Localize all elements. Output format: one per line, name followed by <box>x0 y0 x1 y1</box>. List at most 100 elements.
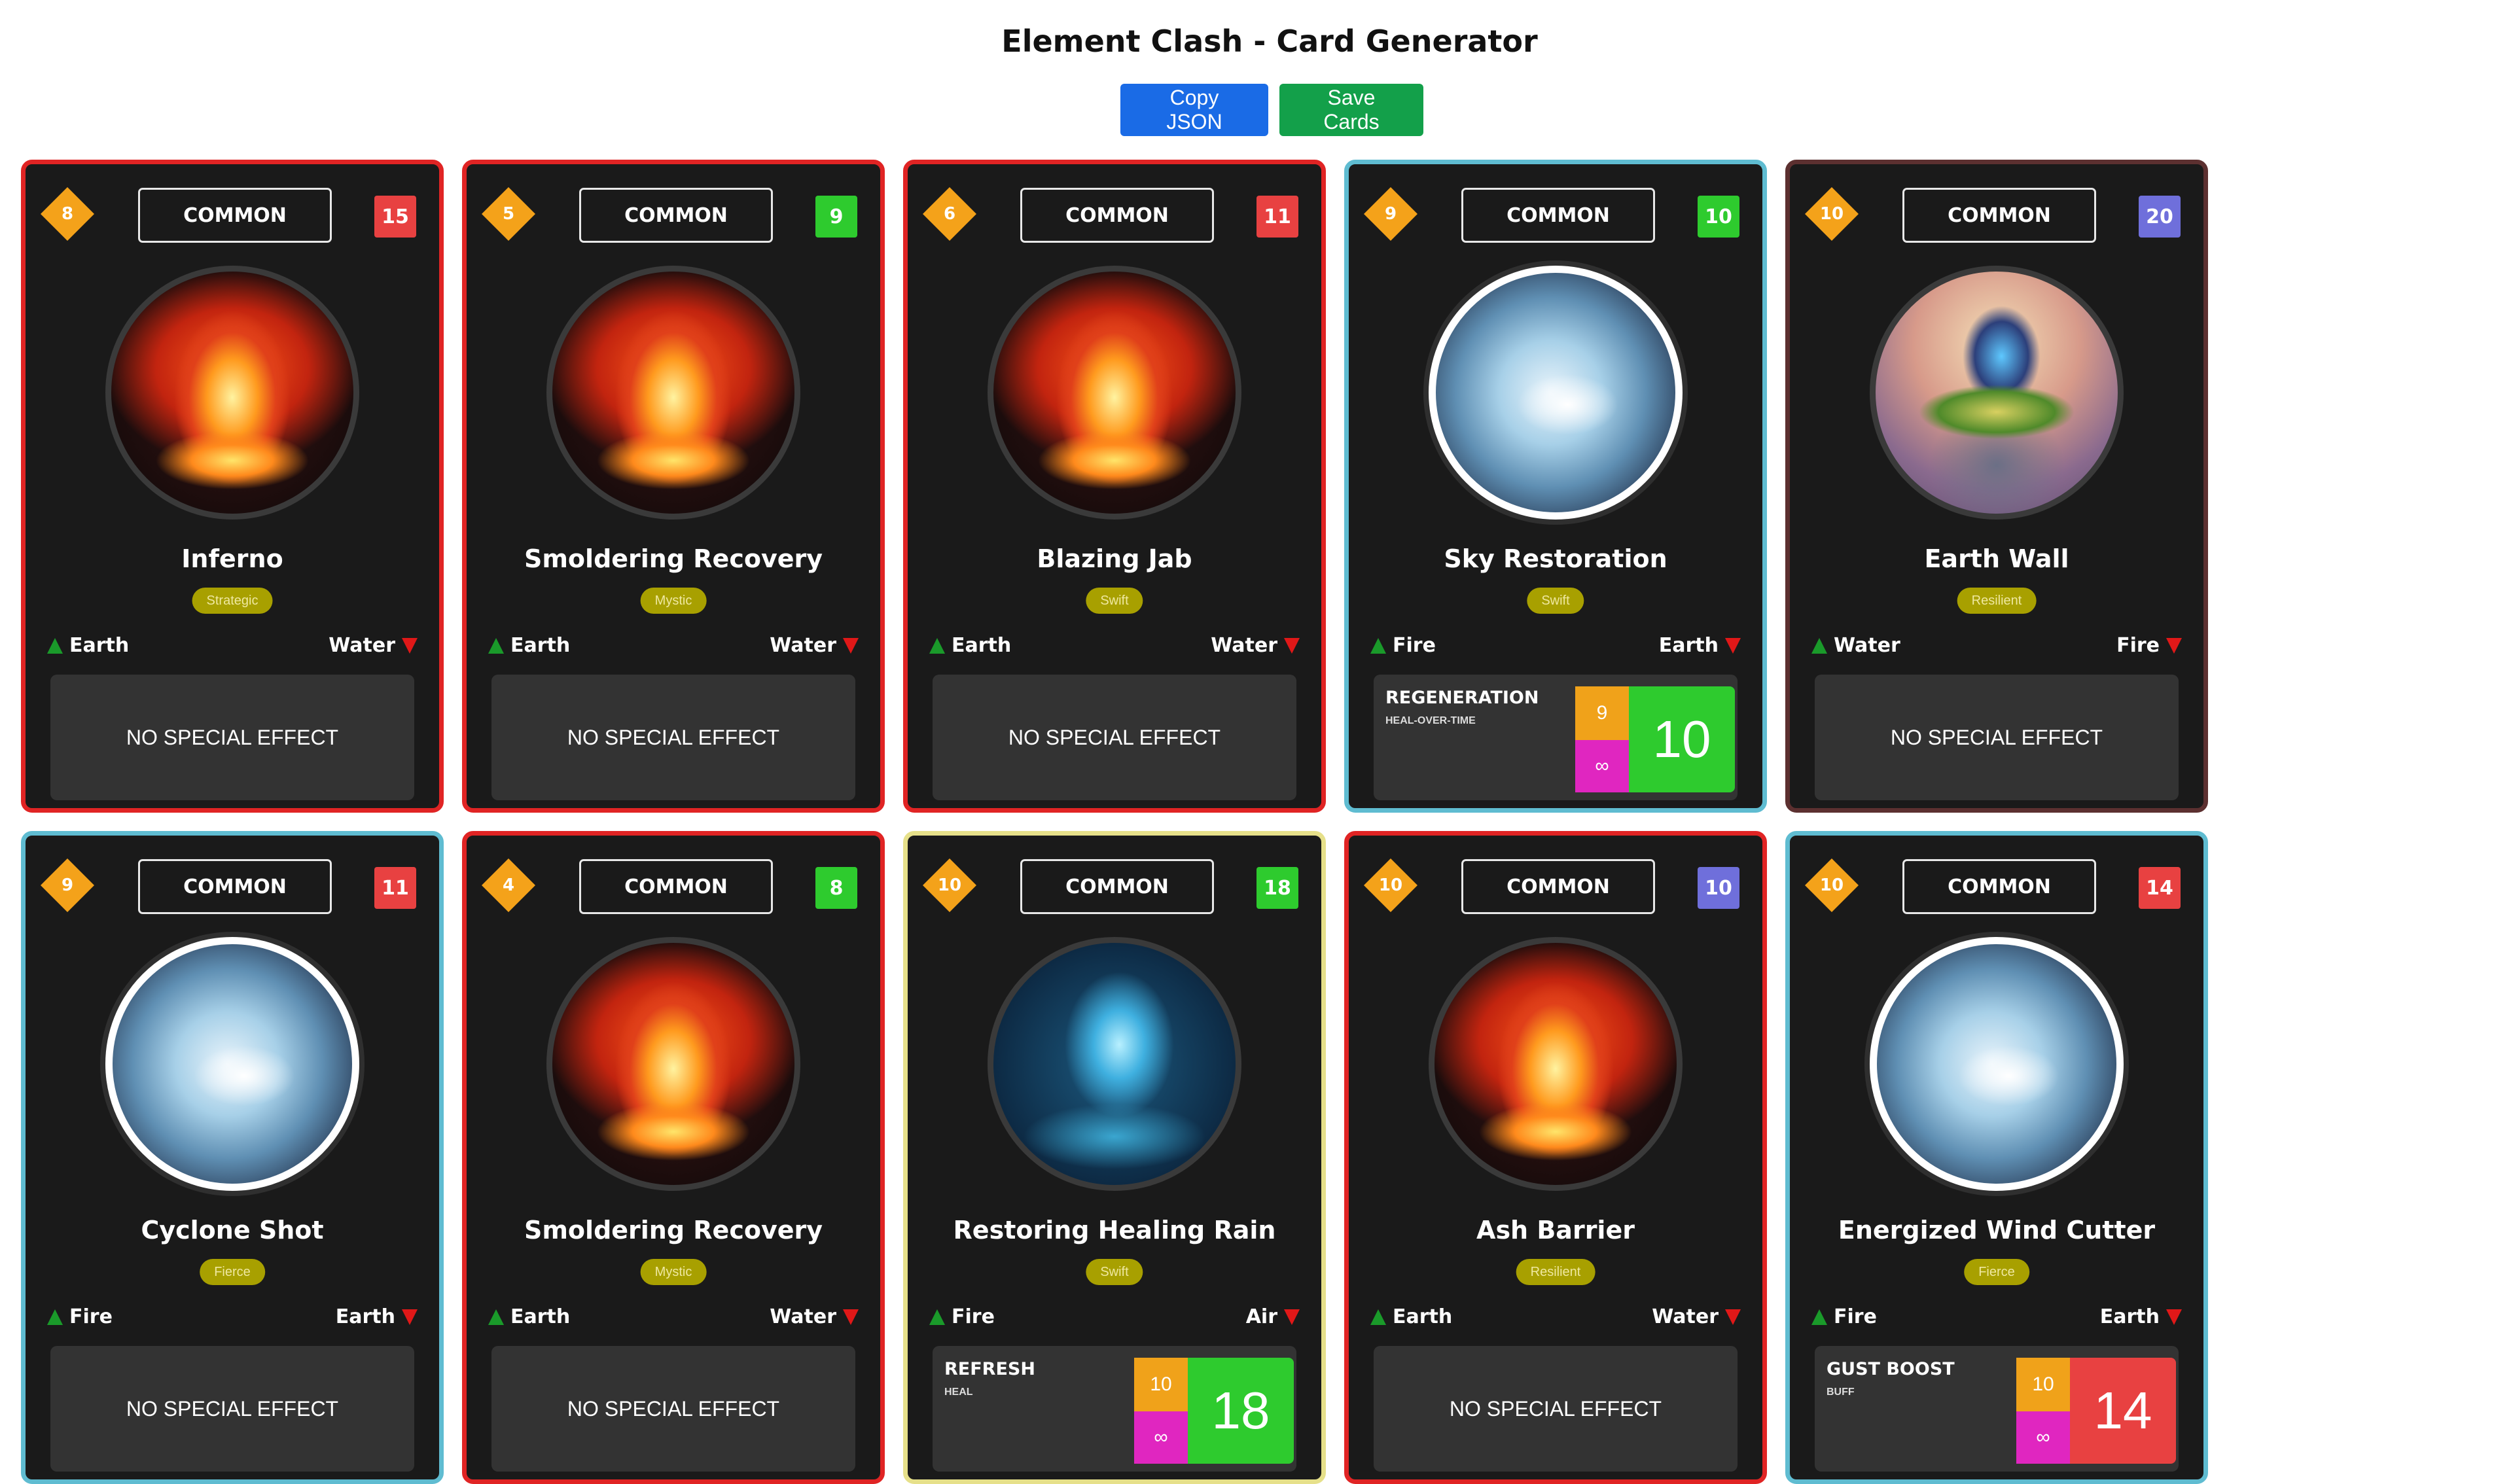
card-name: Sky Restoration <box>1444 544 1667 573</box>
arrow-down-icon <box>1725 1309 1741 1325</box>
power-badge: 9 <box>815 196 857 238</box>
trait-badge: Fierce <box>200 1259 265 1285</box>
arrow-up-icon <box>1811 637 1827 654</box>
card-name: Earth Wall <box>1924 544 2069 573</box>
effect-value: 10 <box>1629 686 1735 792</box>
weak-against: Water <box>329 634 418 657</box>
card-name: Smoldering Recovery <box>524 1216 823 1245</box>
effect-name: REGENERATION <box>1385 688 1539 708</box>
card[interactable]: 10 COMMON 18 Restoring Healing Rain Swif… <box>903 831 1326 1484</box>
rarity-label: COMMON <box>1902 188 2096 243</box>
card[interactable]: 8 COMMON 15 Inferno Strategic Earth Wate… <box>21 160 444 813</box>
page-title: Element Clash - Card Generator <box>1001 24 1538 59</box>
effect-turns: 10 <box>2016 1358 2070 1411</box>
weak-against: Air <box>1246 1305 1300 1328</box>
effect-type: HEAL-OVER-TIME <box>1385 715 1476 726</box>
rarity-label: COMMON <box>138 859 332 914</box>
card[interactable]: 10 COMMON 14 Energized Wind Cutter Fierc… <box>1785 831 2208 1484</box>
strong-against: Earth <box>929 634 1011 657</box>
card-name: Ash Barrier <box>1476 1216 1635 1245</box>
effect-none-label: NO SPECIAL EFFECT <box>126 725 339 749</box>
effect-turns: 10 <box>1134 1358 1188 1411</box>
action-bar: Copy JSON Save Cards <box>1120 84 1423 136</box>
strong-against: Earth <box>1370 1305 1452 1328</box>
effect-type: BUFF <box>1827 1387 1855 1398</box>
arrow-down-icon <box>843 1309 859 1325</box>
weak-against: Water <box>770 634 859 657</box>
arrow-down-icon <box>1284 1309 1300 1325</box>
trait-badge: Resilient <box>1957 588 2037 614</box>
strong-against: Earth <box>488 1305 570 1328</box>
power-badge: 11 <box>374 867 416 909</box>
effect-panel: NO SPECIAL EFFECT <box>491 1346 855 1472</box>
card-name: Restoring Healing Rain <box>953 1216 1276 1245</box>
effect-none-label: NO SPECIAL EFFECT <box>1890 725 2103 749</box>
save-cards-button[interactable]: Save Cards <box>1279 84 1423 136</box>
power-badge: 14 <box>2139 867 2181 909</box>
fire-icon <box>1429 937 1683 1191</box>
arrow-down-icon <box>402 1309 418 1325</box>
card-name: Smoldering Recovery <box>524 544 823 573</box>
arrow-up-icon <box>47 1309 63 1325</box>
weak-against: Earth <box>2100 1305 2182 1328</box>
strong-against: Earth <box>488 634 570 657</box>
arrow-up-icon <box>929 637 945 654</box>
trait-badge: Strategic <box>192 588 273 614</box>
card-name: Inferno <box>181 544 283 573</box>
cost-badge: 10 <box>1804 186 1859 241</box>
card-name: Cyclone Shot <box>141 1216 324 1245</box>
effect-none-label: NO SPECIAL EFFECT <box>1008 725 1221 749</box>
weak-against: Earth <box>1659 634 1741 657</box>
arrow-down-icon <box>2166 1309 2182 1325</box>
effect-none-label: NO SPECIAL EFFECT <box>126 1396 339 1421</box>
cost-badge: 6 <box>922 186 977 241</box>
power-badge: 10 <box>1698 867 1739 909</box>
weak-against: Water <box>770 1305 859 1328</box>
arrow-up-icon <box>488 1309 504 1325</box>
card[interactable]: 10 COMMON 20 Earth Wall Resilient Water … <box>1785 160 2208 813</box>
card[interactable]: 5 COMMON 9 Smoldering Recovery Mystic Ea… <box>462 160 885 813</box>
card[interactable]: 9 COMMON 10 Sky Restoration Swift Fire E… <box>1344 160 1767 813</box>
water-icon <box>988 937 1241 1191</box>
card-name: Energized Wind Cutter <box>1838 1216 2156 1245</box>
arrow-down-icon <box>1284 637 1300 654</box>
power-badge: 10 <box>1698 196 1739 238</box>
arrow-down-icon <box>843 637 859 654</box>
weak-against: Earth <box>336 1305 418 1328</box>
effect-name: REFRESH <box>944 1359 1035 1379</box>
trait-badge: Fierce <box>1964 1259 2029 1285</box>
fire-icon <box>546 937 800 1191</box>
copy-json-button[interactable]: Copy JSON <box>1120 84 1268 136</box>
effect-name: GUST BOOST <box>1827 1359 1955 1379</box>
arrow-down-icon <box>1725 637 1741 654</box>
cost-badge: 5 <box>481 186 536 241</box>
strong-against: Fire <box>929 1305 995 1328</box>
card[interactable]: 6 COMMON 11 Blazing Jab Swift Earth Wate… <box>903 160 1326 813</box>
effect-panel: NO SPECIAL EFFECT <box>491 675 855 800</box>
card[interactable]: 4 COMMON 8 Smoldering Recovery Mystic Ea… <box>462 831 885 1484</box>
cost-badge: 8 <box>40 186 95 241</box>
trait-badge: Swift <box>1527 588 1584 614</box>
weak-against: Fire <box>2116 634 2182 657</box>
arrow-up-icon <box>1370 1309 1386 1325</box>
rarity-label: COMMON <box>579 188 773 243</box>
card[interactable]: 10 COMMON 10 Ash Barrier Resilient Earth… <box>1344 831 1767 1484</box>
rarity-label: COMMON <box>138 188 332 243</box>
trait-badge: Mystic <box>640 1259 707 1285</box>
weak-against: Water <box>1652 1305 1741 1328</box>
air-icon <box>105 937 359 1191</box>
power-badge: 8 <box>815 867 857 909</box>
trait-badge: Mystic <box>640 588 707 614</box>
effect-panel: GUST BOOST BUFF 10 ∞ 14 <box>1815 1346 2179 1472</box>
arrow-up-icon <box>488 637 504 654</box>
card[interactable]: 9 COMMON 11 Cyclone Shot Fierce Fire Ear… <box>21 831 444 1484</box>
arrow-up-icon <box>929 1309 945 1325</box>
effect-type: HEAL <box>944 1387 973 1398</box>
trait-badge: Swift <box>1086 588 1143 614</box>
effect-turns: 9 <box>1575 686 1629 740</box>
weak-against: Water <box>1211 634 1300 657</box>
fire-icon <box>988 266 1241 520</box>
rarity-label: COMMON <box>1020 188 1214 243</box>
earth-icon <box>1870 266 2124 520</box>
effect-panel: REGENERATION HEAL-OVER-TIME 9 ∞ 10 <box>1374 675 1738 800</box>
